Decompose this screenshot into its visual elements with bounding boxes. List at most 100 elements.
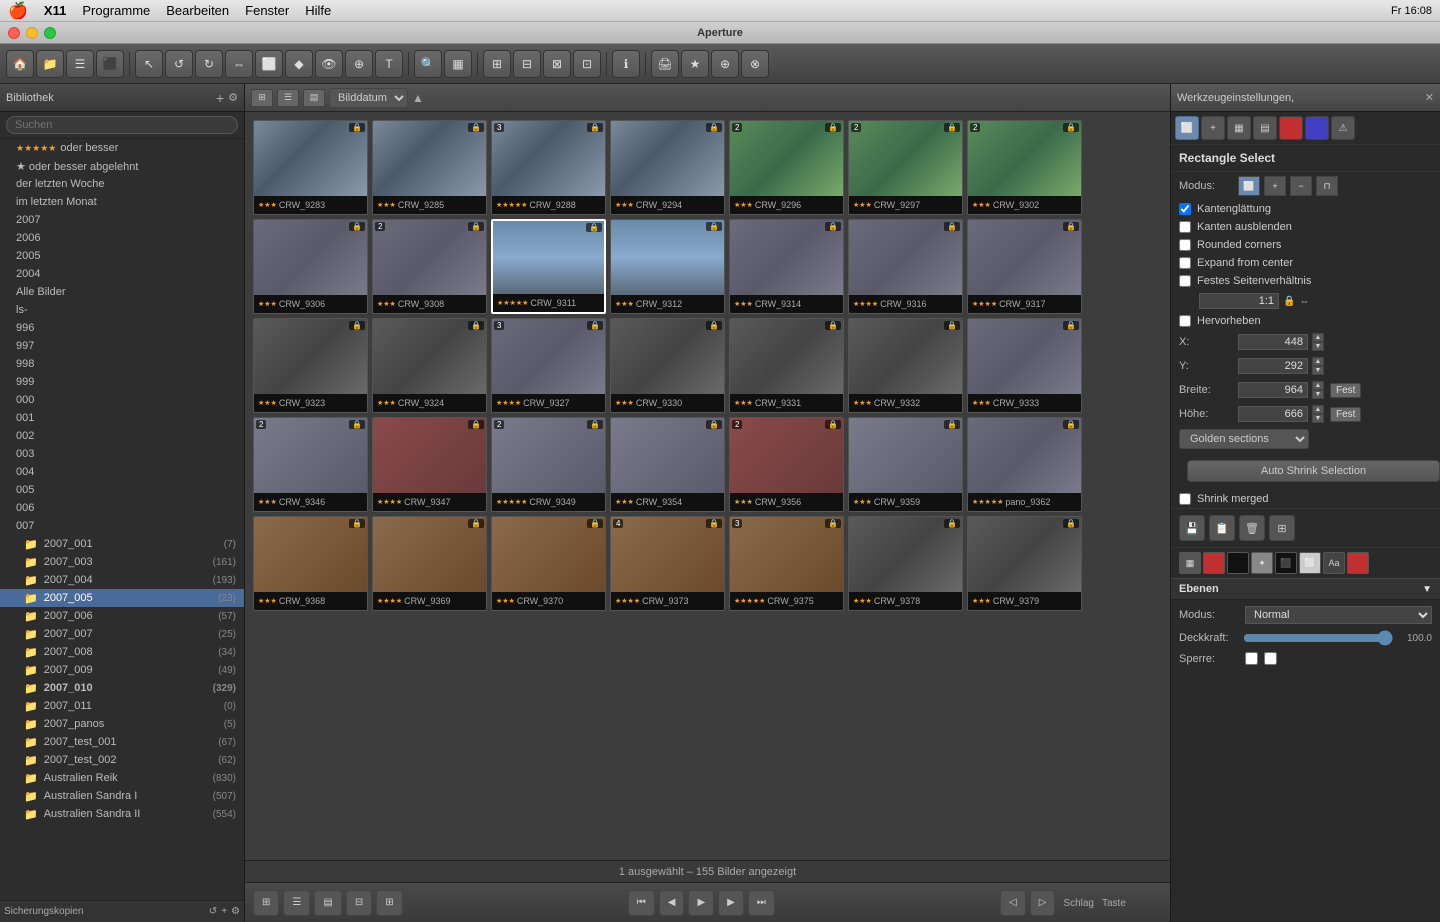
- checkbox-seitenverh-input[interactable]: [1179, 275, 1191, 287]
- sidebar-item-2007009[interactable]: 📁 2007_009(49): [0, 661, 244, 679]
- sicherung-add-btn[interactable]: +: [221, 906, 227, 917]
- color-tool-5[interactable]: ⬛: [1275, 552, 1297, 574]
- sperre-checkbox-2[interactable]: [1264, 652, 1277, 665]
- photo-item-CRW_9354[interactable]: 🔒★★★CRW_9354: [610, 417, 725, 512]
- y-stepper[interactable]: ▲ ▼: [1312, 357, 1324, 375]
- view-film-btn[interactable]: ▤: [303, 89, 325, 107]
- sidebar-item-997[interactable]: 997: [0, 337, 244, 355]
- checkbox-kanten-input[interactable]: [1179, 221, 1191, 233]
- tool-color1[interactable]: [1279, 116, 1303, 140]
- sidebar-add-btn[interactable]: +: [216, 90, 224, 106]
- photo-item-CRW_9349[interactable]: 2🔒★★★★★CRW_9349: [491, 417, 606, 512]
- sidebar-item-ls[interactable]: ls-: [0, 301, 244, 319]
- tool-rect-select[interactable]: ⬜: [1175, 116, 1199, 140]
- sidebar-item-stars5[interactable]: ★★★★★ oder besser: [0, 139, 244, 157]
- nav-right-btn[interactable]: ▷: [1030, 890, 1056, 916]
- photo-item-CRW_9369[interactable]: 🔒★★★★CRW_9369: [372, 516, 487, 611]
- toolbar-btn-a[interactable]: ⊠: [543, 50, 571, 78]
- sicherung-settings-btn[interactable]: ⚙: [231, 906, 240, 917]
- toolbar-btn-3[interactable]: ☰: [66, 50, 94, 78]
- nav-left-btn[interactable]: ◁: [1000, 890, 1026, 916]
- sidebar-item-2007005[interactable]: 📁 2007_005(23): [0, 589, 244, 607]
- tool-color2[interactable]: [1305, 116, 1329, 140]
- mode-btn-add[interactable]: +: [1264, 176, 1286, 196]
- photo-item-CRW_9370[interactable]: 🔒★★★CRW_9370: [491, 516, 606, 611]
- photo-item-CRW_9332[interactable]: 🔒★★★CRW_9332: [848, 318, 963, 413]
- mode-btn-intersect[interactable]: ⊓: [1316, 176, 1338, 196]
- opacity-slider[interactable]: [1243, 633, 1393, 643]
- sidebar-item-2007006[interactable]: 📁 2007_006(57): [0, 607, 244, 625]
- sperre-checkbox-1[interactable]: [1245, 652, 1258, 665]
- sidebar-item-lastmonth[interactable]: im letzten Monat: [0, 193, 244, 211]
- view-list-btn[interactable]: ☰: [277, 89, 299, 107]
- bottom-btn-2[interactable]: ☰: [283, 890, 310, 916]
- sidebar-item-australien-reik[interactable]: 📁 Australien Reik(830): [0, 769, 244, 787]
- nav-fwd-btn[interactable]: ⏭: [748, 890, 775, 916]
- bottom-btn-4[interactable]: ⊟: [346, 890, 372, 916]
- x-step-down[interactable]: ▼: [1312, 342, 1324, 351]
- sidebar-item-2004[interactable]: 2004: [0, 265, 244, 283]
- toolbar-grid-btn[interactable]: ⊞: [483, 50, 511, 78]
- sidebar-item-999[interactable]: 999: [0, 373, 244, 391]
- layers-expand-btn[interactable]: ▼: [1422, 584, 1432, 595]
- color-tool-red[interactable]: [1347, 552, 1369, 574]
- photo-item-CRW_9308[interactable]: 2🔒★★★CRW_9308: [372, 219, 487, 314]
- sidebar-settings-btn[interactable]: ⚙: [228, 91, 238, 104]
- toolbar-library-btn[interactable]: 🏠: [6, 50, 34, 78]
- sidebar-item-australien-sandra1[interactable]: 📁 Australien Sandra I(507): [0, 787, 244, 805]
- photo-item-CRW_9333[interactable]: 🔒★★★CRW_9333: [967, 318, 1082, 413]
- toolbar-flip-btn[interactable]: ⇔: [225, 50, 253, 78]
- checkbox-kantenglaettung-input[interactable]: [1179, 203, 1191, 215]
- sidebar-item-002[interactable]: 002: [0, 427, 244, 445]
- x-step-up[interactable]: ▲: [1312, 333, 1324, 342]
- photo-item-pano_9362[interactable]: 🔒★★★★★pano_9362: [967, 417, 1082, 512]
- action-load-btn[interactable]: 📋: [1209, 515, 1235, 541]
- sidebar-item-005[interactable]: 005: [0, 481, 244, 499]
- color-tool-2[interactable]: [1203, 552, 1225, 574]
- y-input[interactable]: [1238, 358, 1308, 374]
- photo-item-CRW_9359[interactable]: 🔒★★★CRW_9359: [848, 417, 963, 512]
- apple-menu[interactable]: 🍎: [8, 1, 28, 21]
- photo-item-CRW_9327[interactable]: 3🔒★★★★CRW_9327: [491, 318, 606, 413]
- photo-item-CRW_9317[interactable]: 🔒★★★★CRW_9317: [967, 219, 1082, 314]
- tool-warn[interactable]: ⚠: [1331, 116, 1355, 140]
- sidebar-search-input[interactable]: [6, 116, 238, 134]
- color-tool-text[interactable]: Aa: [1323, 552, 1345, 574]
- breite-stepper[interactable]: ▲ ▼: [1312, 381, 1324, 399]
- toolbar-rotate-btn[interactable]: ↺: [165, 50, 193, 78]
- photo-item-CRW_9378[interactable]: 🔒★★★CRW_9378: [848, 516, 963, 611]
- breite-step-down[interactable]: ▼: [1312, 390, 1324, 399]
- toolbar-heal-btn[interactable]: ⊕: [345, 50, 373, 78]
- toolbar-text-btn[interactable]: T: [375, 50, 403, 78]
- breite-input[interactable]: [1238, 382, 1308, 398]
- toolbar-print-btn[interactable]: 🖨: [651, 50, 679, 78]
- menu-bearbeiten[interactable]: Bearbeiten: [166, 3, 229, 18]
- y-step-up[interactable]: ▲: [1312, 357, 1324, 366]
- bottom-btn-3[interactable]: ▤: [314, 890, 341, 916]
- sidebar-item-996[interactable]: 996: [0, 319, 244, 337]
- sidebar-item-2005[interactable]: 2005: [0, 247, 244, 265]
- hoehe-stepper[interactable]: ▲ ▼: [1312, 405, 1324, 423]
- toolbar-btn-d[interactable]: ⊗: [741, 50, 769, 78]
- modus-select[interactable]: Normal Multiply Screen: [1245, 606, 1432, 624]
- toolbar-gradient-btn[interactable]: ▦: [444, 50, 472, 78]
- toolbar-align-btn[interactable]: ⊟: [513, 50, 541, 78]
- photo-item-CRW_9331[interactable]: 🔒★★★CRW_9331: [729, 318, 844, 413]
- menu-fenster[interactable]: Fenster: [245, 3, 289, 18]
- toolbar-btn-4[interactable]: ⬛: [96, 50, 124, 78]
- color-tool-6[interactable]: ⬜: [1299, 552, 1321, 574]
- photo-item-CRW_9285[interactable]: 🔒★★★CRW_9285: [372, 120, 487, 215]
- photo-item-CRW_9368[interactable]: 🔒★★★CRW_9368: [253, 516, 368, 611]
- sidebar-item-2007001[interactable]: 📁 2007_001(7): [0, 535, 244, 553]
- nav-play-btn[interactable]: ▶: [688, 890, 714, 916]
- tool-film[interactable]: ▤: [1253, 116, 1277, 140]
- toolbar-import-btn[interactable]: 📁: [36, 50, 64, 78]
- photo-item-CRW_9296[interactable]: 2🔒★★★CRW_9296: [729, 120, 844, 215]
- toolbar-btn-c[interactable]: ⊕: [711, 50, 739, 78]
- sidebar-item-2007test001[interactable]: 📁 2007_test_001(67): [0, 733, 244, 751]
- sidebar-item-007[interactable]: 007: [0, 517, 244, 535]
- toolbar-crop-btn[interactable]: ⬜: [255, 50, 283, 78]
- sort-dropdown[interactable]: Bilddatum: [329, 88, 408, 108]
- breite-fest-btn[interactable]: Fest: [1330, 383, 1361, 398]
- x-stepper[interactable]: ▲ ▼: [1312, 333, 1324, 351]
